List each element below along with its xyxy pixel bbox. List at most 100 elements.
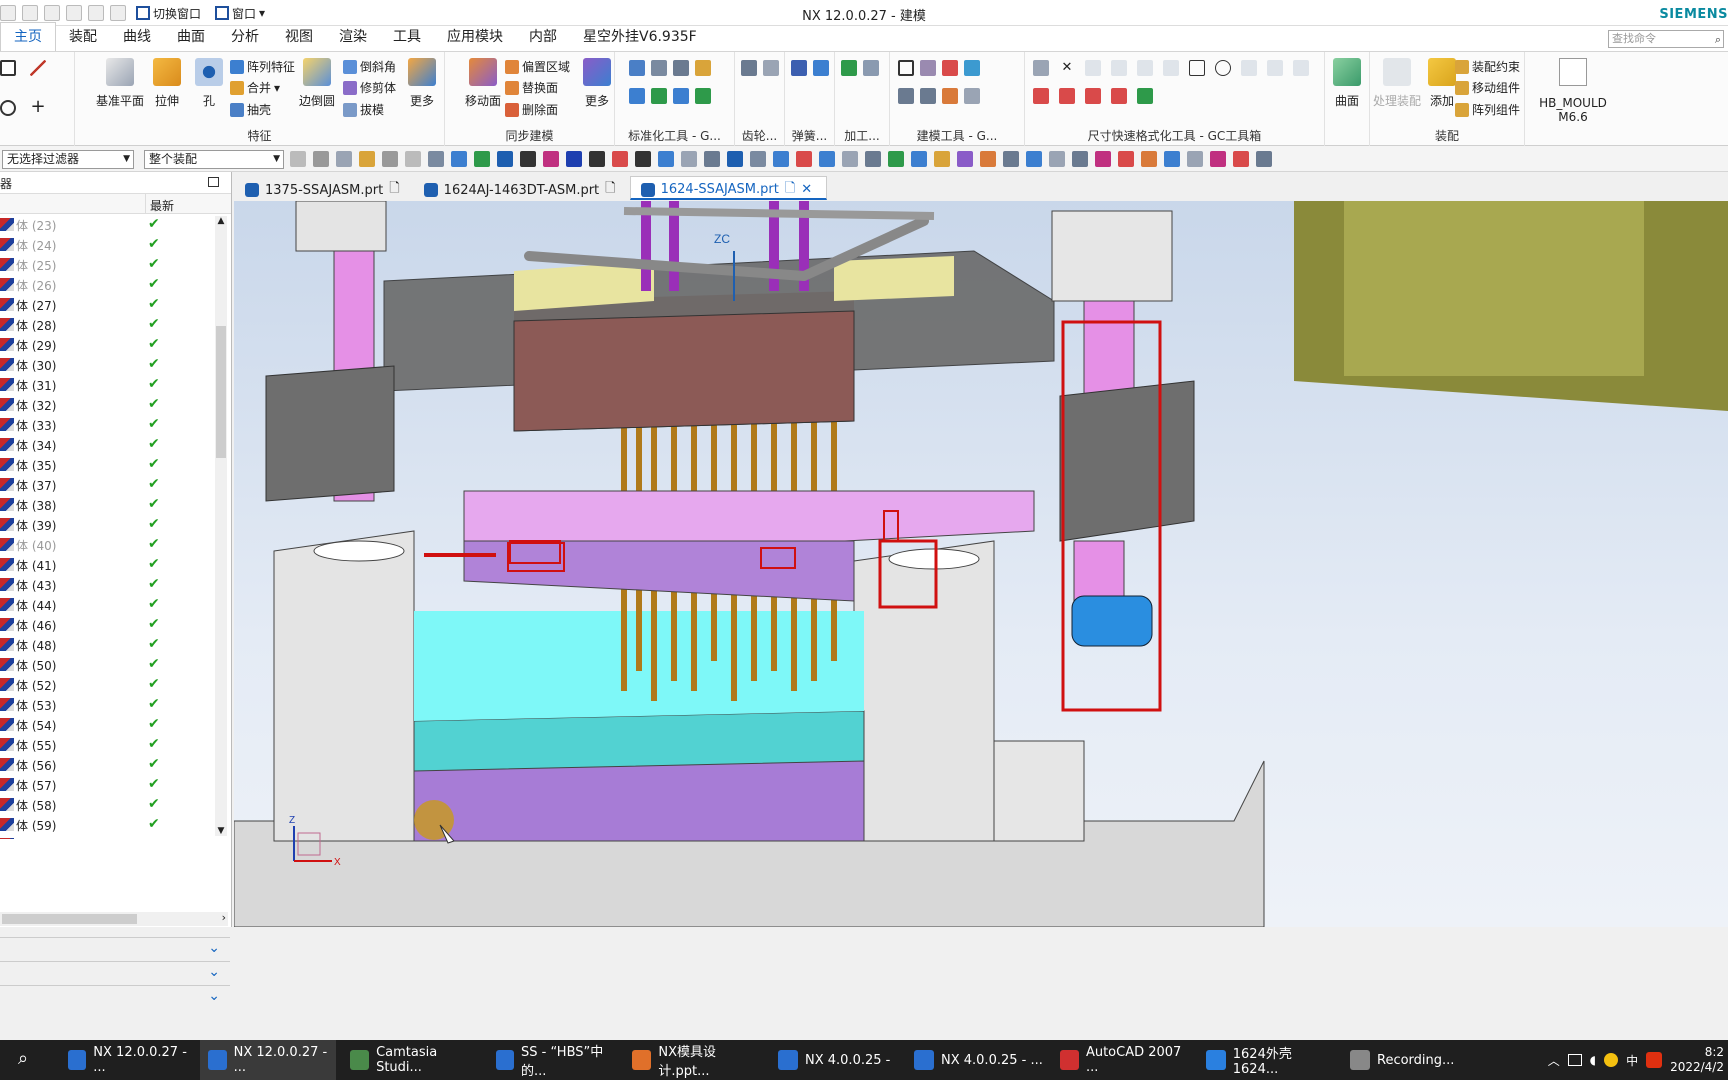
snap-point-icon[interactable] (1256, 151, 1272, 167)
snap-point-icon[interactable] (819, 151, 835, 167)
snap-point-icon[interactable] (1164, 151, 1180, 167)
snap-point-icon[interactable] (1210, 151, 1226, 167)
ime-indicator[interactable]: 中 (1626, 1052, 1638, 1069)
standard-part-icon[interactable] (629, 60, 645, 76)
snap-point-icon[interactable] (566, 151, 582, 167)
standard-part-icon[interactable] (695, 60, 711, 76)
modeling-tool-icon[interactable] (964, 60, 980, 76)
navigator-row[interactable]: 体 (59) ✔ (0, 814, 228, 834)
hole-button[interactable]: 孔 (187, 58, 231, 109)
ribbon-tab[interactable]: 装配 (56, 26, 110, 51)
dimension-tool-icon[interactable] (1085, 60, 1101, 76)
navigator-row[interactable]: 体 (46) ✔ (0, 614, 228, 634)
snap-point-icon[interactable] (704, 151, 720, 167)
taskbar-app-button[interactable]: Camtasia Studi... (342, 1040, 482, 1080)
close-icon[interactable]: ✕ (1059, 60, 1075, 76)
snap-point-icon[interactable] (589, 151, 605, 167)
hb-mould-icon[interactable] (1559, 58, 1587, 86)
taskbar-app-button[interactable]: SS - “HBS”中的... (488, 1040, 618, 1080)
standard-part-icon[interactable] (695, 88, 711, 104)
document-tab[interactable]: 1375-SSAJASM.prt 🗋 (235, 176, 414, 200)
snap-point-icon[interactable] (1003, 151, 1019, 167)
machining-icon[interactable] (841, 60, 857, 76)
standard-part-icon[interactable] (651, 88, 667, 104)
dimension-tool-icon[interactable] (1137, 60, 1153, 76)
snap-point-icon[interactable] (888, 151, 904, 167)
snap-point-icon[interactable] (796, 151, 812, 167)
dimension-tool-icon[interactable] (1033, 88, 1049, 104)
snap-point-icon[interactable] (980, 151, 996, 167)
volume-icon[interactable]: ◖ (1590, 1053, 1596, 1067)
snap-point-icon[interactable] (497, 151, 513, 167)
vertical-scrollbar[interactable]: ▲ ▼ (215, 216, 227, 836)
dimension-tool-icon[interactable] (1033, 60, 1049, 76)
snap-point-icon[interactable] (474, 151, 490, 167)
dimension-tool-icon[interactable] (1163, 60, 1179, 76)
navigator-row[interactable]: 体 (25) ✔ (0, 254, 228, 274)
snap-point-icon[interactable] (359, 151, 375, 167)
navigator-row[interactable]: 体 (26) ✔ (0, 274, 228, 294)
snap-point-icon[interactable] (1118, 151, 1134, 167)
draft-button[interactable]: 拔模 (343, 101, 384, 118)
snap-point-icon[interactable] (658, 151, 674, 167)
modeling-tool-icon[interactable] (920, 60, 936, 76)
navigator-row[interactable]: 体 (24) ✔ (0, 234, 228, 254)
dimension-tool-icon[interactable] (1085, 88, 1101, 104)
snap-point-icon[interactable] (1187, 151, 1203, 167)
taskbar-app-button[interactable]: Recording... (1342, 1040, 1482, 1080)
trim-body-button[interactable]: 修剪体 (343, 79, 396, 96)
modeling-tool-icon[interactable] (942, 88, 958, 104)
close-tab-icon[interactable]: ✕ (801, 182, 812, 197)
horizontal-scrollbar[interactable]: › (0, 911, 228, 926)
dependencies-panel[interactable]: ⌄ (0, 937, 230, 961)
extrude-button[interactable]: 拉伸 (145, 58, 189, 109)
navigator-row[interactable]: 体 (60) ✔ (0, 834, 228, 839)
surface-button[interactable]: 曲面 (1325, 58, 1369, 109)
snap-point-icon[interactable] (1141, 151, 1157, 167)
navigator-row[interactable]: 体 (50) ✔ (0, 654, 228, 674)
offset-region-button[interactable]: 偏置区域 (505, 58, 570, 75)
navigator-row[interactable]: 体 (27) ✔ (0, 294, 228, 314)
standard-part-icon[interactable] (673, 60, 689, 76)
ribbon-tab[interactable]: 应用模块 (434, 26, 516, 51)
assembly-constraint-button[interactable]: 装配约束 (1455, 58, 1520, 75)
line-icon[interactable] (30, 60, 46, 76)
pattern-feature-button[interactable]: 阵列特征 (230, 58, 295, 75)
snap-point-icon[interactable] (612, 151, 628, 167)
snap-point-icon[interactable] (1095, 151, 1111, 167)
navigator-row[interactable]: 体 (29) ✔ (0, 334, 228, 354)
details-panel[interactable]: ⌄ (0, 961, 230, 985)
standard-part-icon[interactable] (673, 88, 689, 104)
snap-point-icon[interactable] (428, 151, 444, 167)
ribbon-tab[interactable]: 星空外挂V6.935F (570, 26, 710, 51)
taskbar-app-button[interactable]: NX 12.0.0.27 - ... (60, 1040, 194, 1080)
document-tab[interactable]: 1624-SSAJASM.prt 🗋 ✕ (629, 176, 828, 200)
delete-face-button[interactable]: 删除面 (505, 101, 558, 118)
taskbar-app-button[interactable]: AutoCAD 2007 ... (1052, 1040, 1192, 1080)
dimension-tool-icon[interactable] (1293, 60, 1309, 76)
chevron-right-icon[interactable]: › (222, 911, 226, 924)
dimension-tool-icon[interactable] (1241, 60, 1257, 76)
sogou-icon[interactable] (1646, 1052, 1663, 1068)
replace-face-button[interactable]: 替换面 (505, 79, 558, 96)
preview-panel[interactable]: ⌄ (0, 985, 230, 1009)
navigator-row[interactable]: 体 (43) ✔ (0, 574, 228, 594)
snap-point-icon[interactable] (750, 151, 766, 167)
navigator-row[interactable]: 体 (37) ✔ (0, 474, 228, 494)
snap-point-icon[interactable] (957, 151, 973, 167)
taskbar-app-button[interactable]: NX 12.0.0.27 - ... (200, 1040, 336, 1080)
chamfer-button[interactable]: 倒斜角 (343, 58, 396, 75)
taskbar-app-button[interactable]: NX 4.0.0.25 - (770, 1040, 900, 1080)
navigator-row[interactable]: 体 (28) ✔ (0, 314, 228, 334)
navigator-row[interactable]: 体 (48) ✔ (0, 634, 228, 654)
document-tab[interactable]: 1624AJ-1463DT-ASM.prt 🗋 (414, 176, 630, 200)
navigator-row[interactable]: 体 (30) ✔ (0, 354, 228, 374)
selection-filter-dropdown[interactable]: 无选择过滤器 ▼ (2, 150, 134, 169)
navigator-row[interactable]: 体 (34) ✔ (0, 434, 228, 454)
modeling-tool-icon[interactable] (920, 88, 936, 104)
snap-point-icon[interactable] (405, 151, 421, 167)
modeling-tool-icon[interactable] (964, 88, 980, 104)
dimension-tool-icon[interactable] (1111, 60, 1127, 76)
modeling-tool-icon[interactable] (898, 88, 914, 104)
snap-point-icon[interactable] (290, 151, 306, 167)
